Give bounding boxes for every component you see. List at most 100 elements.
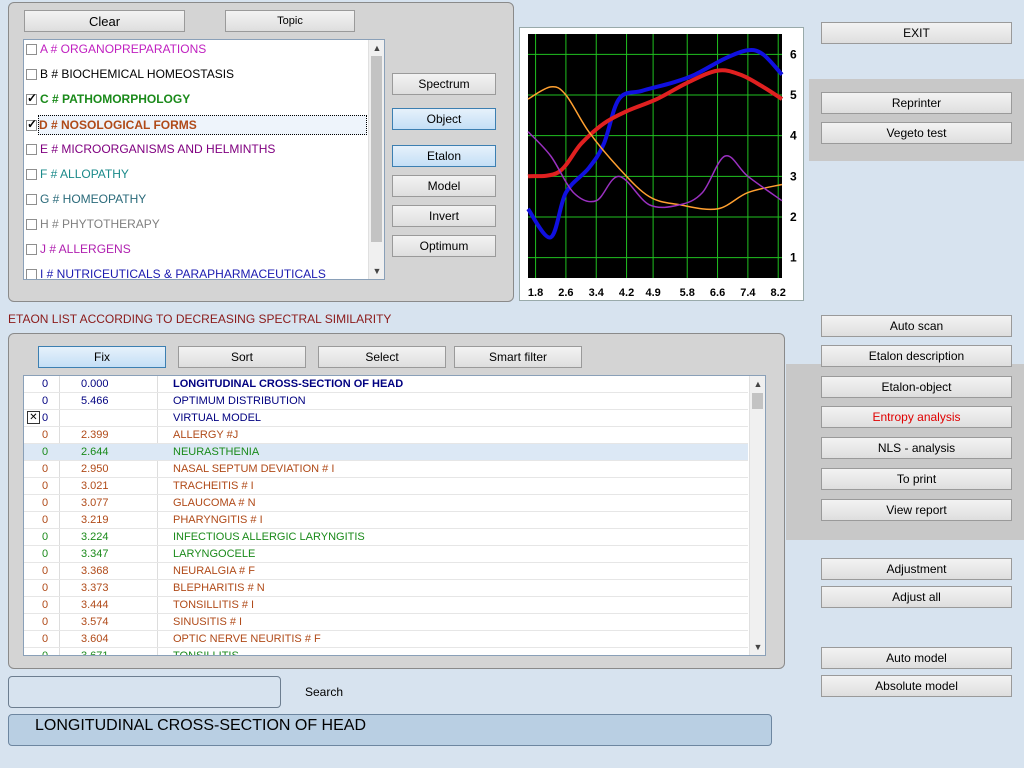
tab-select[interactable]: Select	[318, 346, 446, 368]
table-row[interactable]: 0 3.219 PHARYNGITIS # I	[24, 512, 748, 529]
tab-fix[interactable]: Fix	[38, 346, 166, 368]
topic-item[interactable]: I # NUTRICEUTICALS & PARAPHARMACEUTICALS	[26, 265, 326, 280]
checkbox[interactable]	[26, 193, 37, 205]
topic-item[interactable]: J # ALLERGENS	[26, 240, 131, 258]
etalon-list-heading: ETAON LIST ACCORDING TO DECREASING SPECT…	[8, 312, 392, 326]
absolute-model-button[interactable]: Absolute model	[821, 675, 1012, 697]
topic-label: J # ALLERGENS	[40, 242, 131, 256]
table-row[interactable]: 0 3.574 SINUSITIS # I	[24, 614, 748, 631]
table-row[interactable]: 0 0.000 LONGITUDINAL CROSS-SECTION OF HEAD	[24, 376, 748, 393]
row-name: OPTIMUM DISTRIBUTION	[173, 395, 306, 407]
table-row[interactable]: 0 3.224 INFECTIOUS ALLERGIC LARYNGITIS	[24, 529, 748, 546]
close-icon[interactable]: ✕	[27, 411, 40, 424]
row-flag-value: 0	[42, 378, 49, 390]
spectrum-chart: 1.8 2.6 3.4 4.2 4.9 5.8 6.6 7.4 8.2 1 2 3 4 5 6	[519, 27, 804, 301]
x-tick-label: 8.2	[771, 287, 786, 299]
topic-label: D # NOSOLOGICAL FORMS	[39, 118, 197, 132]
adjustment-button[interactable]: Adjustment	[821, 558, 1012, 580]
vegeto-test-button[interactable]: Vegeto test	[821, 122, 1012, 144]
nls-analysis-button[interactable]: NLS - analysis	[821, 437, 1012, 459]
checkbox[interactable]	[26, 268, 37, 279]
checkbox[interactable]	[26, 43, 37, 55]
etalon-button[interactable]: Etalon	[392, 145, 496, 167]
topic-label: E # MICROORGANISMS AND HELMINTHS	[40, 142, 276, 156]
topic-item[interactable]: B # BIOCHEMICAL HOMEOSTASIS	[26, 65, 234, 83]
tab-sort[interactable]: Sort	[178, 346, 306, 368]
table-row[interactable]: 0 3.444 TONSILLITIS # I	[24, 597, 748, 614]
row-name: VIRTUAL MODEL	[173, 412, 262, 424]
auto-model-button[interactable]: Auto model	[821, 647, 1012, 669]
reprinter-button[interactable]: Reprinter	[821, 92, 1012, 114]
table-row[interactable]: 0 3.347 LARYNGOCELE	[24, 546, 748, 563]
topic-list-scrollbar[interactable]: ▲ ▼	[368, 40, 384, 279]
table-row[interactable]: 0 3.368 NEURALGIA # F	[24, 563, 748, 580]
row-flag-value: 0	[42, 429, 49, 441]
table-row[interactable]: 0 3.021 TRACHEITIS # I	[24, 478, 748, 495]
etalon-list-scrollbar[interactable]: ▲ ▼	[749, 376, 765, 655]
model-button[interactable]: Model	[392, 175, 496, 197]
row-flag-value: 0	[42, 650, 49, 656]
topic-label: I # NUTRICEUTICALS & PARAPHARMACEUTICALS	[40, 267, 326, 280]
etalon-object-button[interactable]: Etalon-object	[821, 376, 1012, 398]
topic-item[interactable]: A # ORGANOPREPARATIONS	[26, 40, 206, 58]
checkbox-checked[interactable]	[26, 91, 37, 105]
row-flag-value: 0	[42, 514, 49, 526]
topic-item[interactable]: D # NOSOLOGICAL FORMS	[26, 115, 367, 135]
table-row[interactable]: 0 3.077 GLAUCOMA # N	[24, 495, 748, 512]
scroll-down-icon[interactable]: ▼	[369, 263, 384, 279]
to-print-button[interactable]: To print	[821, 468, 1012, 490]
view-report-button[interactable]: View report	[821, 499, 1012, 521]
topic-item[interactable]: C # PATHOMORPHOLOGY	[26, 90, 190, 108]
row-name: NEURALGIA # F	[173, 565, 255, 577]
etalon-list[interactable]: ▲ ▼ 0 0.000 LONGITUDINAL CROSS-SECTION OF …	[23, 375, 766, 656]
status-bar: LONGITUDINAL CROSS-SECTION OF HEAD	[8, 714, 772, 746]
scroll-down-icon[interactable]: ▼	[750, 639, 765, 655]
scroll-up-icon[interactable]: ▲	[750, 376, 765, 392]
row-flag-value: 0	[42, 463, 49, 475]
x-tick-label: 4.2	[619, 287, 634, 299]
row-name: LARYNGOCELE	[173, 548, 256, 560]
topic-item[interactable]: G # HOMEOPATHY	[26, 190, 146, 208]
search-input[interactable]	[8, 676, 281, 708]
topic-button[interactable]: Topic	[225, 10, 355, 32]
row-name: TONSILLITIS # I	[173, 599, 255, 611]
table-row[interactable]: 0 2.950 NASAL SEPTUM DEVIATION # I	[24, 461, 748, 478]
spectrum-button[interactable]: Spectrum	[392, 73, 496, 95]
topic-item[interactable]: E # MICROORGANISMS AND HELMINTHS	[26, 140, 275, 158]
auto-scan-button[interactable]: Auto scan	[821, 315, 1012, 337]
row-flag-value: 0	[42, 497, 49, 509]
clear-button[interactable]: Clear	[24, 10, 185, 32]
row-distance: 2.950	[81, 463, 109, 475]
table-row[interactable]: 0 3.373 BLEPHARITIS # N	[24, 580, 748, 597]
checkbox[interactable]	[26, 218, 37, 230]
table-row[interactable]: 0 3.671 TONSILLITIS	[24, 648, 748, 656]
topic-item[interactable]: H # PHYTOTHERAPY	[26, 215, 160, 233]
table-row[interactable]: 0 5.466 OPTIMUM DISTRIBUTION	[24, 393, 748, 410]
scroll-thumb[interactable]	[371, 56, 382, 242]
checkbox[interactable]	[26, 68, 37, 80]
checkbox[interactable]	[26, 243, 37, 255]
checkbox[interactable]	[26, 143, 37, 155]
checkbox[interactable]	[26, 168, 37, 180]
table-row[interactable]: 0 3.604 OPTIC NERVE NEURITIS # F	[24, 631, 748, 648]
scroll-up-icon[interactable]: ▲	[369, 40, 384, 56]
row-distance: 2.644	[81, 446, 109, 458]
row-flag-value: 0	[42, 480, 49, 492]
table-row[interactable]: ✕ 0 VIRTUAL MODEL	[24, 410, 748, 427]
invert-button[interactable]: Invert	[392, 205, 496, 227]
row-flag-value: 0	[42, 395, 49, 407]
object-button[interactable]: Object	[392, 108, 496, 130]
topic-item[interactable]: F # ALLOPATHY	[26, 165, 129, 183]
table-row[interactable]: 0 2.644 NEURASTHENIA	[24, 444, 748, 461]
topic-list[interactable]: ▲ ▼ A # ORGANOPREPARATIONS B # BIOCHEMICA…	[23, 39, 385, 280]
scroll-thumb[interactable]	[752, 393, 763, 409]
table-row[interactable]: 0 2.399 ALLERGY #J	[24, 427, 748, 444]
adjust-all-button[interactable]: Adjust all	[821, 586, 1012, 608]
exit-button[interactable]: EXIT	[821, 22, 1012, 44]
tab-smart-filter[interactable]: Smart filter	[454, 346, 582, 368]
etalon-description-button[interactable]: Etalon description	[821, 345, 1012, 367]
optimum-button[interactable]: Optimum	[392, 235, 496, 257]
row-distance: 3.444	[81, 599, 109, 611]
checkbox-checked[interactable]	[26, 117, 37, 131]
entropy-analysis-button[interactable]: Entropy analysis	[821, 406, 1012, 428]
